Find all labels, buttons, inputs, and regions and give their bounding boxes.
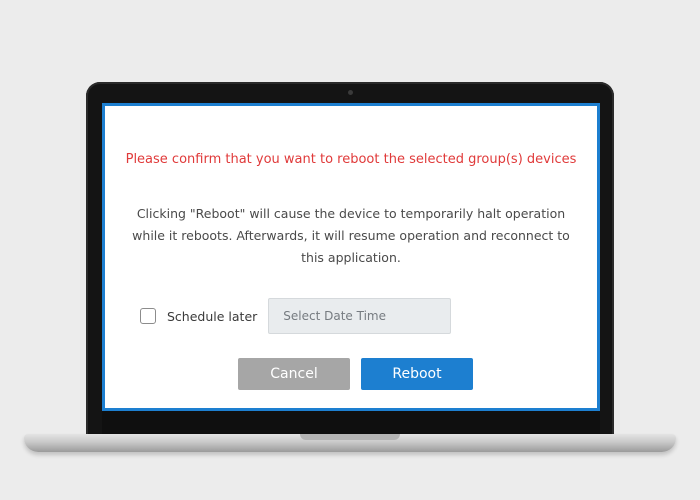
- reboot-button[interactable]: Reboot: [361, 358, 473, 390]
- stage: Please confirm that you want to reboot t…: [0, 0, 700, 500]
- date-time-input[interactable]: [268, 298, 452, 334]
- cancel-button[interactable]: Cancel: [238, 358, 350, 390]
- schedule-later-checkbox[interactable]: [140, 308, 156, 324]
- laptop-screen: Please confirm that you want to reboot t…: [102, 103, 600, 411]
- reboot-warning-text: Please confirm that you want to reboot t…: [125, 152, 577, 167]
- reboot-confirm-dialog: Please confirm that you want to reboot t…: [105, 106, 597, 408]
- schedule-later-label[interactable]: Schedule later: [167, 309, 257, 324]
- laptop-base-notch: [300, 434, 400, 440]
- reboot-explanation-text: Clicking "Reboot" will cause the device …: [132, 206, 570, 265]
- schedule-row: Schedule later: [140, 298, 452, 334]
- camera-icon: [348, 90, 353, 95]
